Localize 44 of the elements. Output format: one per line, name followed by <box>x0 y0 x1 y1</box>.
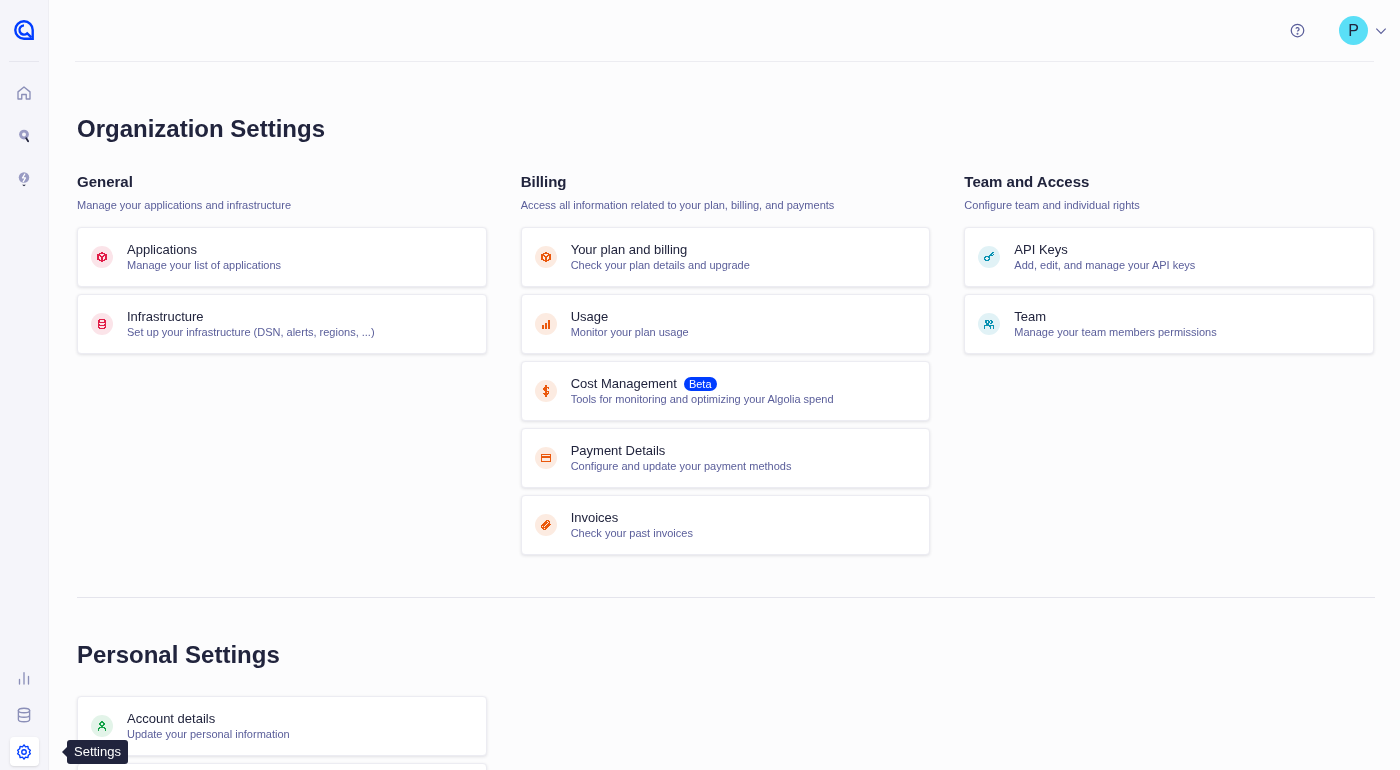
help-icon[interactable] <box>1290 23 1305 38</box>
card-title: Account details <box>127 710 216 727</box>
tooltip: Settings <box>67 740 128 764</box>
section-heading: Personal Settings <box>77 640 280 670</box>
settings-card[interactable]: Usage Monitor your plan usage <box>520 294 931 354</box>
settings-card[interactable]: Your plan and billing Check your plan details and upgrade <box>520 227 931 287</box>
card-title: Applications <box>127 241 198 258</box>
card-description: Check your past invoices <box>570 526 693 541</box>
card-description: Manage your team members permissions <box>1014 325 1217 340</box>
section-heading: General <box>77 172 133 192</box>
card-title: Payment Details <box>570 442 666 459</box>
section-description: Configure team and individual rights <box>964 198 1140 213</box>
card-description: Tools for monitoring and optimizing your Algolia spend <box>570 392 834 407</box>
beta-badge: Beta <box>683 376 717 391</box>
settings-card[interactable]: Invoices Check your past invoices <box>520 495 931 555</box>
avatar[interactable]: P <box>1339 16 1368 45</box>
tooltip-pointer-icon <box>62 747 67 757</box>
card-title: Cost Management <box>570 375 677 392</box>
section-description: Manage your applications and infrastructure <box>77 198 291 213</box>
page-heading: Organization Settings <box>77 114 325 144</box>
settings-card[interactable]: Applications Manage your list of applications <box>77 227 487 287</box>
card-title: Usage <box>570 308 609 325</box>
card-description: Update your personal information <box>127 727 290 742</box>
settings-icon[interactable] <box>9 737 39 766</box>
card-description: Configure and update your payment methods <box>570 459 792 474</box>
settings-card[interactable]: Infrastructure Set up your infrastructure (DSN, alerts, regions, ...) <box>77 294 487 354</box>
section-heading: Billing <box>520 172 567 192</box>
card-title: Infrastructure <box>127 308 204 325</box>
settings-card[interactable]: API Keys Add, edit, and manage your API keys <box>964 227 1374 287</box>
card-description: Set up your infrastructure (DSN, alerts, regions, ...) <box>127 325 375 340</box>
section-heading: Team and Access <box>964 172 1090 192</box>
logo-icon[interactable] <box>13 19 35 41</box>
card-description: Check your plan details and upgrade <box>570 258 750 273</box>
card-title: Invoices <box>570 509 619 526</box>
settings-card[interactable]: Cost Management Beta Tools for monitoring and optimizing your Algolia spend <box>520 361 931 421</box>
card-description: Monitor your plan usage <box>570 325 689 340</box>
card-description: Add, edit, and manage your API keys <box>1014 258 1196 273</box>
card-title: API Keys <box>1014 241 1068 258</box>
section-description: Access all information related to your plan, billing, and payments <box>520 198 835 213</box>
card-title: Your plan and billing <box>570 241 688 258</box>
settings-card[interactable]: Team Manage your team members permissions <box>964 294 1374 354</box>
settings-card[interactable]: Payment Details Configure and update your payment methods <box>520 428 931 488</box>
card-title: Team <box>1014 308 1047 325</box>
card-description: Manage your list of applications <box>127 258 282 273</box>
